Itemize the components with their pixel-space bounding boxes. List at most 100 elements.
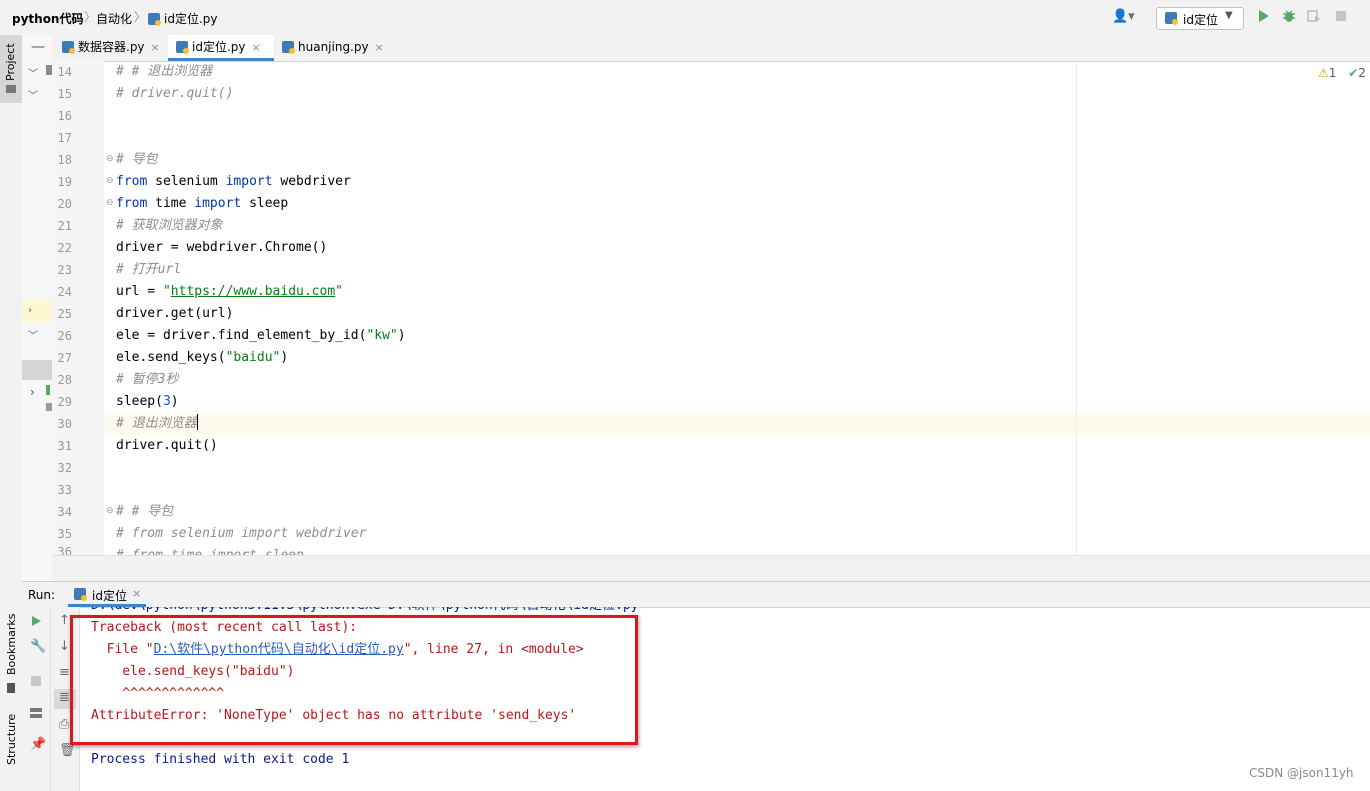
text-caret [196,414,198,430]
line-number: 27 [57,351,72,365]
tab-run-id-locate[interactable]: id定位 × [68,582,146,607]
scroll-to-end-icon: ≣ [59,690,70,705]
soft-wrap-icon[interactable]: ≡ [59,665,70,680]
chevron-right-icon[interactable]: › [30,385,35,399]
run-tab-label: id定位 [92,589,127,603]
check-icon: ✔ [1348,66,1359,80]
breadcrumb-folder[interactable]: 自动化 [96,10,132,27]
line-number: 18 [57,153,72,167]
stop-icon[interactable] [30,675,42,687]
close-icon[interactable]: × [252,41,261,54]
line-number: 25 [57,307,72,321]
code-line: ele = driver.find_element_by_id("kw") [116,328,406,343]
line-number: 32 [57,461,72,475]
code-line: # 打开url [116,262,182,277]
line-number: 15 [57,87,72,101]
left-tool-strip: Project Bookmarks Structure [0,35,23,791]
wrench-icon[interactable]: 🔧 [30,639,46,654]
line-number: 19 [57,175,72,189]
coverage-icon[interactable] [1307,9,1321,23]
horizontal-scrollbar[interactable] [52,555,1370,581]
navigation-bar: python代码 〉 自动化 〉 id定位.py 👤▾ id定位 ▼ [0,0,1370,36]
code-line: # from time import sleep [116,545,304,555]
collapse-icon[interactable]: — [31,39,45,55]
code-line: # # 退出浏览器 [116,64,213,79]
warning-icon: ⚠ [1318,66,1329,80]
chevron-down-icon[interactable]: ﹀ [28,87,38,102]
run-toolbar-primary: 🔧 📌 [22,607,51,791]
code-line: # 导包 [116,152,158,167]
run-label: Run: [28,588,56,602]
tree-row-selected[interactable] [22,360,52,380]
line-number: 23 [57,263,72,277]
tab-data-container[interactable]: 数据容器.py × [54,35,168,61]
code-line: driver = webdriver.Chrome() [116,240,328,255]
bookmarks-tab[interactable]: Bookmarks [5,614,18,675]
run-configuration-select[interactable]: id定位 ▼ [1156,7,1244,30]
python-file-icon [148,13,161,26]
code-line: sleep(3) [116,394,179,409]
arrow-up-icon[interactable]: ↑ [59,613,70,628]
code-line: from selenium import webdriver [116,174,351,189]
structure-tab[interactable]: Structure [5,714,18,765]
stop-icon[interactable] [1334,9,1348,23]
breadcrumb-separator: 〉 [84,10,97,24]
pin-icon[interactable]: 📌 [30,737,46,752]
arrow-down-icon[interactable]: ↓ [59,639,70,654]
url-link[interactable]: https://www.baidu.com [171,284,335,299]
line-number: 14 [57,65,72,79]
code-line: from time import sleep [116,196,289,211]
line-number: 35 [57,527,72,541]
code-line: driver.quit() [116,438,218,453]
tree-row-highlight[interactable] [22,300,52,322]
warning-count: 1 [1328,66,1337,80]
debug-icon[interactable] [1282,9,1296,23]
trash-icon[interactable]: 🗑 [59,743,76,758]
close-icon[interactable]: × [375,41,384,54]
library-icon [46,385,50,395]
project-tab-label: Project [4,43,17,81]
python-file-icon [1165,12,1178,25]
code-line: # 暂停3秒 [116,372,179,387]
rerun-icon[interactable] [30,615,42,627]
line-number: 29 [57,395,72,409]
ok-count: 2 [1358,66,1366,80]
process-exit-message: Process finished with exit code 1 [91,752,350,767]
project-tool-tab[interactable]: Project [0,35,22,103]
watermark: CSDN @json11yh [1249,766,1354,780]
tab-id-locate[interactable]: id定位.py × [168,35,274,61]
line-number: 24 [57,285,72,299]
close-icon[interactable]: × [132,587,141,600]
code-line: url = "https://www.baidu.com" [116,284,343,299]
code-editor[interactable]: # # 退出浏览器 # driver.quit() # 导包 from sele… [104,61,1370,555]
code-line: # # 导包 [116,504,174,519]
tab-huanjing[interactable]: huanjing.py × [274,35,390,61]
python-file-icon [74,588,87,601]
chevron-down-icon[interactable]: ﹀ [28,327,38,342]
line-number: 28 [57,373,72,387]
inspection-widget[interactable]: ⚠1 ✔2 [1318,66,1366,80]
folder-icon [6,85,16,93]
error-highlight-box [70,615,638,745]
breadcrumb-file[interactable]: id定位.py [148,10,218,27]
layout-icon[interactable] [29,707,43,719]
print-icon[interactable]: ⎙ [59,717,69,732]
line-number: 36 [57,545,72,555]
code-line: ele.send_keys("baidu") [116,350,289,365]
code-line: driver.get(url) [116,306,234,321]
run-icon[interactable] [1256,9,1270,23]
python-file-icon [282,41,295,54]
close-icon[interactable]: × [151,41,160,54]
line-number: 20 [57,197,72,211]
run-config-label: id定位 [1183,13,1218,27]
breadcrumb-project[interactable]: python代码 [12,10,83,27]
chevron-down-icon[interactable]: ﹀ [28,65,38,80]
line-number: 26 [57,329,72,343]
bookmark-icon [7,683,15,693]
user-account-icon[interactable]: 👤▾ [1112,9,1135,24]
code-line: # driver.quit() [116,86,234,101]
project-panel: — ﹀ ﹀ › ﹀ › [22,35,53,580]
chevron-right-icon: › [28,305,32,316]
breadcrumb-separator: 〉 [134,10,147,24]
line-number: 34 [57,505,72,519]
